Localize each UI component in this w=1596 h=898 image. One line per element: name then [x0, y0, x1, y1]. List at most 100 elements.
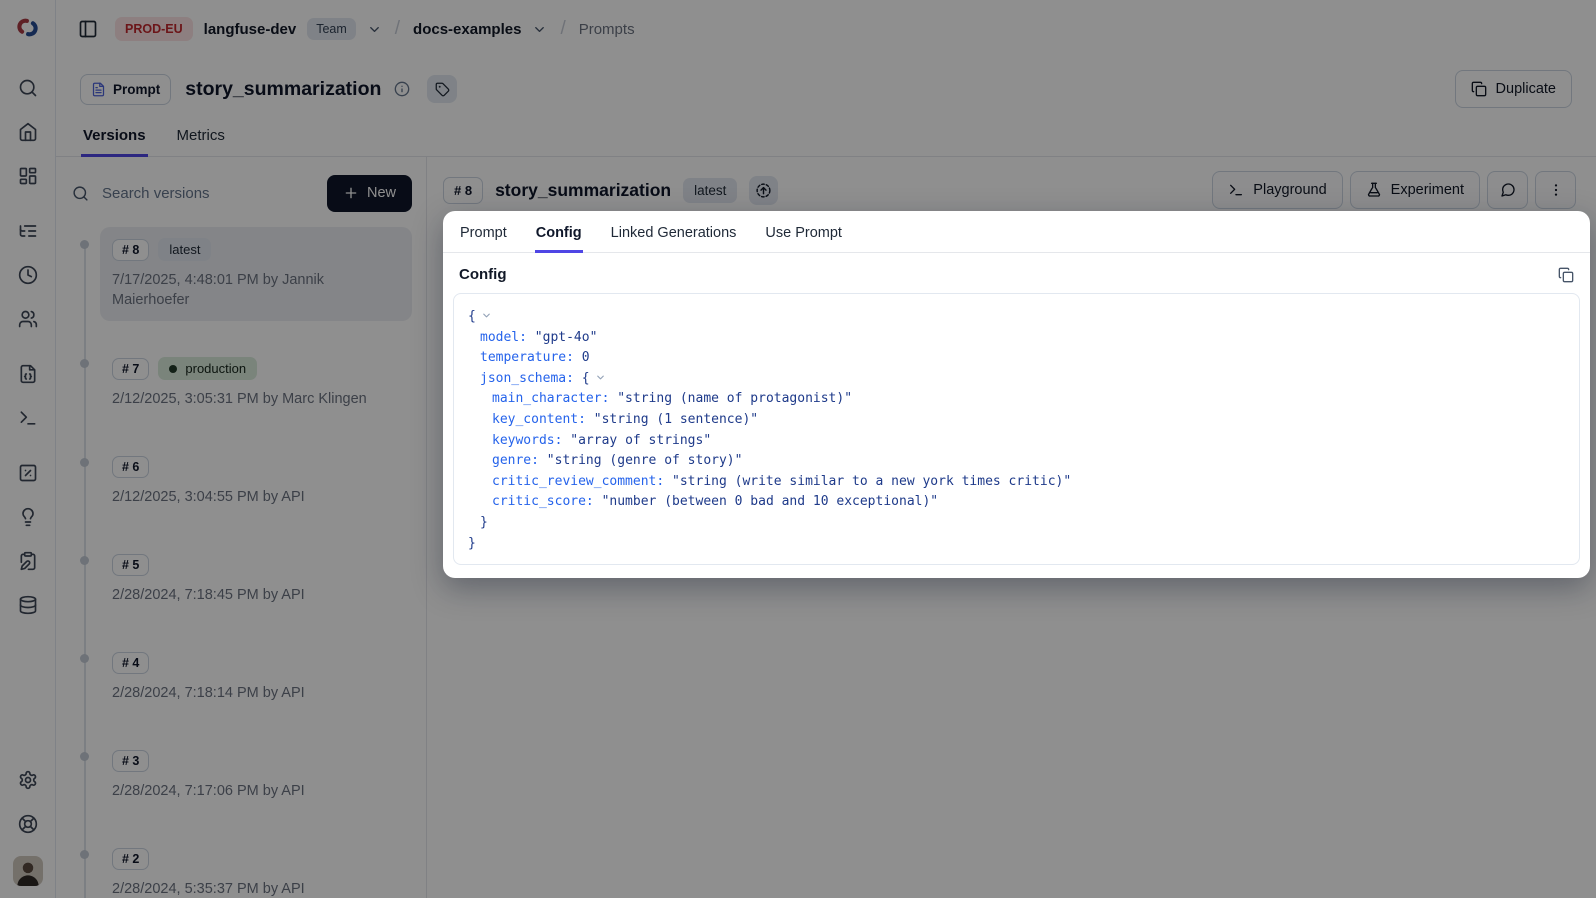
- version-badges: # 6: [112, 456, 400, 478]
- json-brace: {: [582, 371, 590, 386]
- version-list-item[interactable]: # 6 2/12/2025, 3:04:55 PM by API: [100, 445, 412, 518]
- version-badges: # 3: [112, 750, 400, 772]
- version-timestamp: 2/28/2024, 7:18:45 PM by API: [112, 585, 400, 605]
- search-versions-input[interactable]: [100, 184, 316, 203]
- icon-sidebar: [0, 0, 56, 898]
- json-key: critic_review_comment:: [492, 474, 664, 489]
- terminal-icon: [1228, 182, 1244, 198]
- sidebar-item-prompts[interactable]: [10, 356, 46, 392]
- duplicate-label: Duplicate: [1496, 81, 1556, 97]
- detail-actions: Playground Experiment: [1212, 171, 1576, 209]
- sidebar-item-support[interactable]: [10, 806, 46, 842]
- expand-chevron-icon[interactable]: [481, 310, 492, 321]
- app-window: PROD-EU langfuse-dev Team / docs-example…: [0, 0, 1596, 898]
- gear-icon: [18, 770, 38, 790]
- json-value: 0: [582, 350, 590, 365]
- sidebar-toggle-button[interactable]: [72, 13, 104, 45]
- sidebar-item-playground[interactable]: [10, 400, 46, 436]
- sidebar-item-insights[interactable]: [10, 499, 46, 535]
- comments-button[interactable]: [1487, 171, 1528, 209]
- sidebar-item-dashboards[interactable]: [10, 158, 46, 194]
- project-chevron-down-icon[interactable]: [532, 22, 547, 37]
- breadcrumb-section[interactable]: Prompts: [579, 21, 635, 38]
- sidebar-item-annotation[interactable]: [10, 543, 46, 579]
- search-icon: [18, 78, 38, 98]
- org-chevron-down-icon[interactable]: [367, 22, 382, 37]
- config-line: }: [468, 513, 1565, 534]
- experiment-button[interactable]: Experiment: [1350, 171, 1480, 209]
- versions-panel: New # 8 latest 7/17/2025, 4:48:01 PM by …: [56, 157, 427, 898]
- sidebar-item-settings[interactable]: [10, 762, 46, 798]
- kebab-menu-icon: [1548, 182, 1564, 198]
- copy-config-button[interactable]: [1558, 267, 1574, 283]
- config-line: keywords: "array of strings": [468, 431, 1565, 452]
- users-icon: [18, 309, 38, 329]
- version-number-badge: # 2: [112, 848, 149, 870]
- versions-timeline: # 8 latest 7/17/2025, 4:48:01 PM by Jann…: [72, 227, 412, 898]
- org-type-badge[interactable]: Team: [307, 18, 356, 40]
- expand-chevron-icon[interactable]: [595, 372, 606, 383]
- tab-linked-generations[interactable]: Linked Generations: [610, 221, 738, 253]
- version-list-item[interactable]: # 7 production 2/12/2025, 3:05:31 PM by …: [100, 346, 412, 420]
- new-version-button[interactable]: New: [327, 175, 412, 212]
- json-collapse-toggle[interactable]: [481, 310, 492, 321]
- tag-button[interactable]: [427, 75, 457, 103]
- version-list-item[interactable]: # 5 2/28/2024, 7:18:45 PM by API: [100, 543, 412, 616]
- version-list-item[interactable]: # 4 2/28/2024, 7:18:14 PM by API: [100, 641, 412, 714]
- timeline-dot: [80, 240, 89, 249]
- database-icon: [18, 595, 38, 615]
- duplicate-button[interactable]: Duplicate: [1455, 70, 1572, 108]
- user-avatar[interactable]: [13, 856, 43, 886]
- playground-button[interactable]: Playground: [1212, 171, 1342, 209]
- production-dot: [169, 365, 177, 373]
- plus-icon: [343, 185, 359, 201]
- version-number-badge: # 8: [443, 177, 483, 204]
- sidebar-item-search[interactable]: [10, 70, 46, 106]
- version-list-item[interactable]: # 3 2/28/2024, 7:17:06 PM by API: [100, 739, 412, 812]
- version-number-badge: # 8: [112, 239, 149, 261]
- version-number-badge: # 3: [112, 750, 149, 772]
- breadcrumb-org[interactable]: langfuse-dev: [204, 21, 297, 38]
- version-badges: # 8 latest: [112, 238, 400, 261]
- sidebar-item-sessions[interactable]: [10, 257, 46, 293]
- version-number-badge: # 6: [112, 456, 149, 478]
- item-type-badge: Prompt: [80, 74, 171, 105]
- tab-versions[interactable]: Versions: [81, 120, 148, 157]
- sidebar-item-tracing[interactable]: [10, 213, 46, 249]
- environment-badge: PROD-EU: [115, 17, 193, 41]
- tab-config[interactable]: Config: [535, 221, 583, 253]
- lightbulb-icon: [18, 507, 38, 527]
- json-brace: {: [468, 309, 476, 324]
- version-badges: # 5: [112, 554, 400, 576]
- version-timestamp: 2/28/2024, 7:17:06 PM by API: [112, 781, 400, 801]
- breadcrumb-separator: /: [558, 18, 567, 40]
- json-key: keywords:: [492, 433, 562, 448]
- version-timestamp: 2/12/2025, 3:04:55 PM by API: [112, 487, 400, 507]
- detail-tabs: Prompt Config Linked Generations Use Pro…: [443, 211, 1590, 253]
- sidebar-item-users[interactable]: [10, 301, 46, 337]
- promote-version-button[interactable]: [749, 176, 778, 205]
- sidebar-item-datasets[interactable]: [10, 587, 46, 623]
- config-line: critic_score: "number (between 0 bad and…: [468, 492, 1565, 513]
- config-heading: Config: [459, 266, 506, 283]
- config-section-header: Config: [443, 253, 1590, 293]
- breadcrumb-project[interactable]: docs-examples: [413, 21, 521, 38]
- version-list-item[interactable]: # 8 latest 7/17/2025, 4:48:01 PM by Jann…: [100, 227, 412, 321]
- experiment-label: Experiment: [1391, 182, 1464, 198]
- config-line: critic_review_comment: "string (write si…: [468, 472, 1565, 493]
- version-label-badge: production: [158, 357, 257, 380]
- more-options-button[interactable]: [1535, 171, 1576, 209]
- json-collapse-toggle[interactable]: [595, 372, 606, 383]
- tab-prompt[interactable]: Prompt: [459, 221, 508, 253]
- json-key: critic_score:: [492, 494, 594, 509]
- search-icon: [72, 185, 89, 202]
- version-list-item[interactable]: # 2 2/28/2024, 5:35:37 PM by API: [100, 837, 412, 898]
- tab-use-prompt[interactable]: Use Prompt: [764, 221, 843, 253]
- info-icon[interactable]: [394, 81, 410, 97]
- dashboard-icon: [18, 166, 38, 186]
- json-brace: }: [468, 536, 476, 551]
- sidebar-item-evaluation[interactable]: [10, 455, 46, 491]
- sidebar-item-home[interactable]: [10, 114, 46, 150]
- copy-icon: [1471, 81, 1487, 97]
- tab-metrics[interactable]: Metrics: [175, 120, 227, 157]
